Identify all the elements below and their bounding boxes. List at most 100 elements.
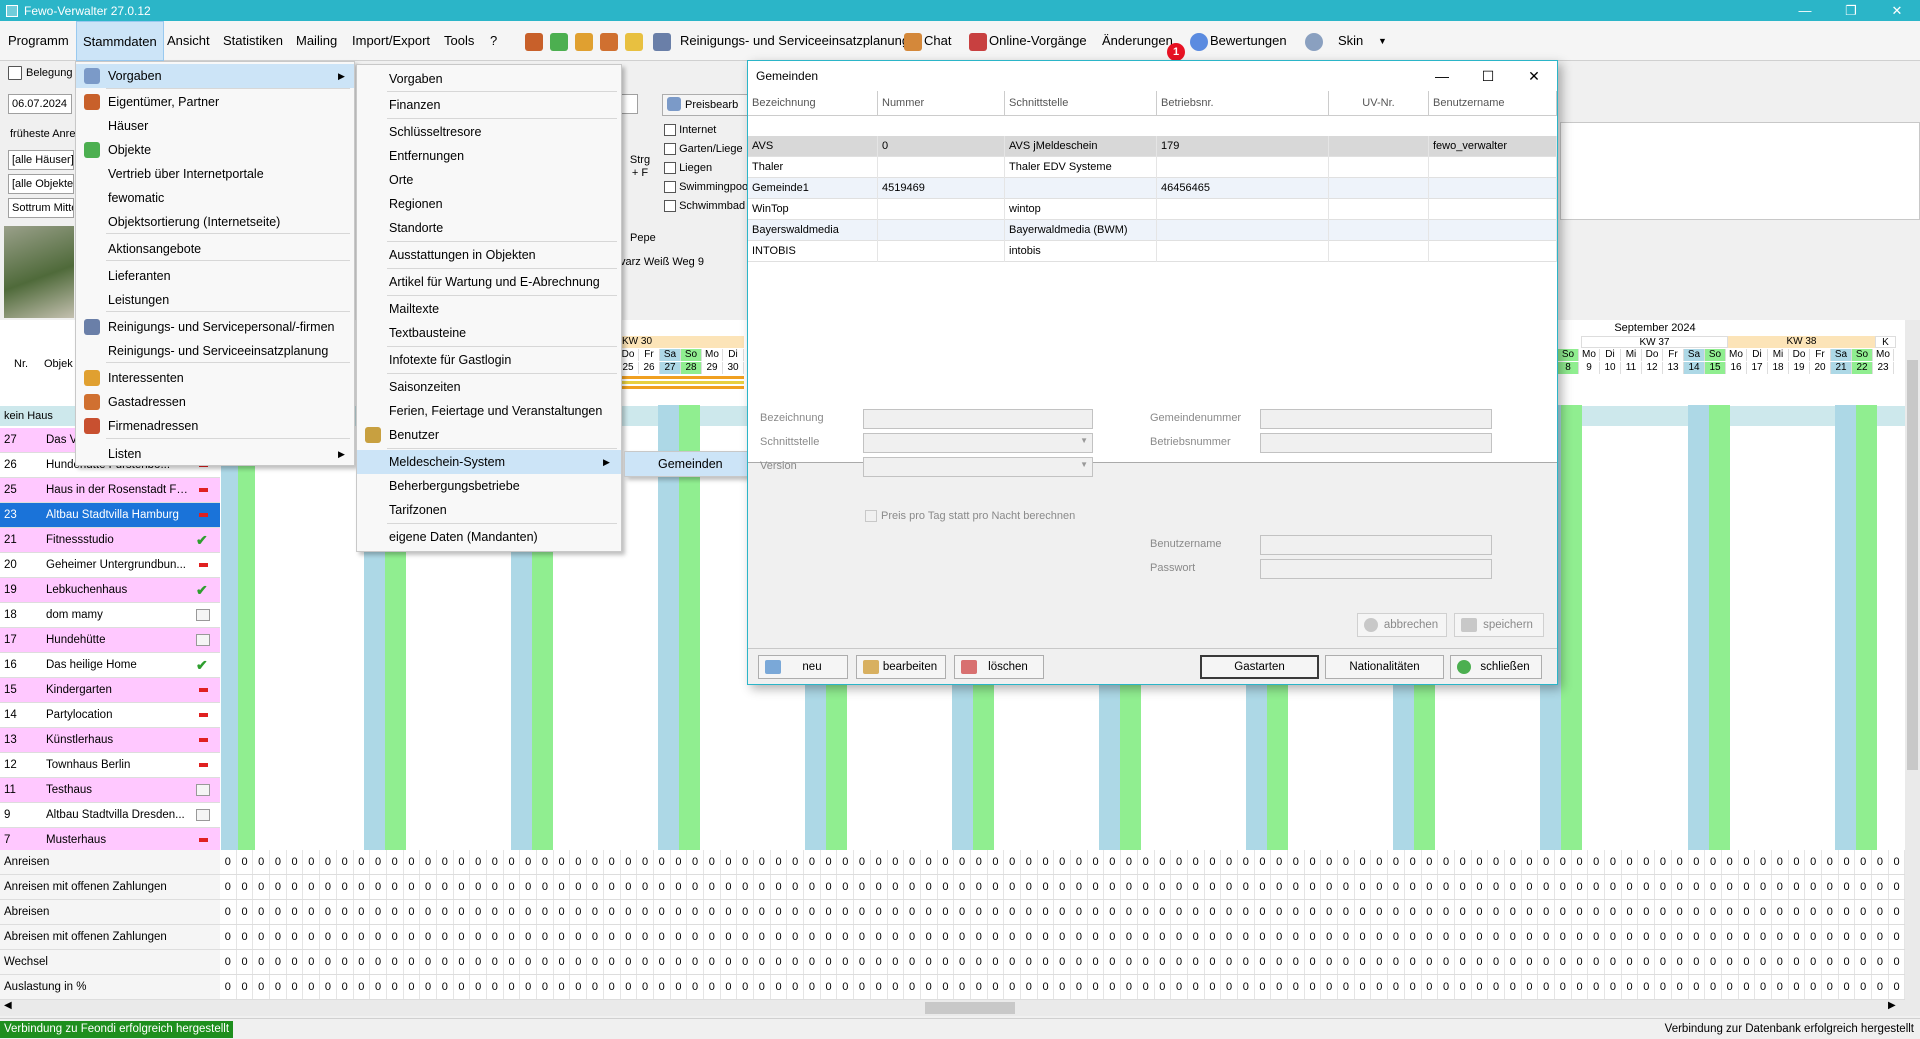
column-header[interactable]: Nummer [878,91,1005,116]
dialog-close-button[interactable]: ✕ [1511,61,1557,91]
vorgaben-menu-item[interactable]: Schlüsseltresore [357,120,621,144]
table-row[interactable]: 21 Fitnessstudio ✔ [0,528,220,553]
table-row[interactable]: 25 Haus in der Rosenstadt Fo... [0,478,220,503]
stammdaten-menu-item[interactable]: Leistungen [76,288,354,312]
preisbearb-button[interactable]: Preisbearb [662,94,750,116]
dialog-maximize-button[interactable]: ☐ [1465,61,1511,91]
stammdaten-menu-item[interactable]: Reinigungs- und Serviceeinsatzplanung [76,339,354,363]
vorgaben-menu-item[interactable]: eigene Daten (Mandanten) [357,525,621,549]
maximize-button[interactable]: ❐ [1828,0,1874,21]
skin-menu[interactable]: Skin [1332,21,1369,61]
gear-icon[interactable] [1305,33,1323,51]
table-row[interactable]: 13 Künstlerhaus [0,728,220,753]
house-icon[interactable] [550,33,568,51]
belegung-tab[interactable]: Belegung [6,64,76,84]
vorgaben-menu-item[interactable]: Artikel für Wartung und E-Abrechnung [357,270,621,294]
bewertungen-button[interactable]: Bewertungen [1204,21,1293,61]
stammdaten-menu-item[interactable]: Reinigungs- und Servicepersonal/-firmen [76,315,354,339]
stammdaten-menu-item[interactable]: Objektsortierung (Internetseite) [76,210,354,234]
notes-icon[interactable] [625,33,643,51]
online-vorgaenge-button[interactable]: Online-Vorgänge [983,21,1093,61]
ort-select[interactable]: Sottrum Mitte [8,198,74,218]
stammdaten-menu-item[interactable]: Vorgaben [76,64,354,88]
benutzername-field[interactable] [1260,535,1492,555]
menu-mailing[interactable]: Mailing [290,21,343,61]
checkbox-garten[interactable]: Garten/Liege [664,143,743,162]
preis-checkbox[interactable] [865,510,877,522]
table-row[interactable]: Thaler Thaler EDV Systeme [748,157,1557,178]
horizontal-scrollbar[interactable]: ◀ ▶ [0,1000,1920,1016]
scroll-left-icon[interactable]: ◀ [4,1000,12,1011]
table-row[interactable]: 9 Altbau Stadtvilla Dresden... [0,803,220,828]
table-row[interactable]: Gemeinde1 4519469 46456465 [748,178,1557,199]
stammdaten-menu-item[interactable]: Eigentümer, Partner [76,90,354,114]
table-row[interactable]: 11 Testhaus [0,778,220,803]
schnittstelle-select[interactable]: ▼ [863,433,1093,453]
table-row[interactable]: INTOBIS intobis [748,241,1557,262]
menu-statistiken[interactable]: Statistiken [217,21,289,61]
gemeindenummer-field[interactable] [1260,409,1492,429]
vorgaben-menu-item[interactable]: Regionen [357,192,621,216]
speichern-button[interactable]: speichern [1454,613,1544,637]
dialog-minimize-button[interactable]: — [1419,61,1465,91]
vorgaben-menu-item[interactable]: Meldeschein-System [357,450,621,474]
stammdaten-menu-item[interactable]: Lieferanten [76,264,354,288]
menu-import-export[interactable]: Import/Export [346,21,436,61]
table-row[interactable]: 23 Altbau Stadtvilla Hamburg [0,503,220,528]
owner-icon[interactable] [525,33,543,51]
vorgaben-menu-item[interactable]: Vorgaben [357,67,621,91]
cleaning-staff-icon[interactable] [653,33,671,51]
vorgaben-menu-item[interactable]: Finanzen [357,93,621,117]
scroll-right-icon[interactable]: ▶ [1888,1000,1896,1011]
stammdaten-menu-item[interactable]: Häuser [76,114,354,138]
passwort-field[interactable] [1260,559,1492,579]
column-header[interactable]: Schnittstelle [1005,91,1157,116]
objekte-select[interactable]: [alle Objekte] [8,174,74,194]
table-row[interactable]: 17 Hundehütte [0,628,220,653]
vorgaben-menu-item[interactable]: Infotexte für Gastlogin [357,348,621,372]
close-button[interactable]: ✕ [1874,0,1920,21]
chat-button[interactable]: Chat [918,21,957,61]
table-row[interactable]: 20 Geheimer Untergrundbun... [0,553,220,578]
person-icon[interactable] [575,33,593,51]
column-header[interactable]: Benutzername [1429,91,1557,116]
table-row[interactable]: 16 Das heilige Home ✔ [0,653,220,678]
table-row[interactable]: 15 Kindergarten [0,678,220,703]
checkbox-liegen[interactable]: Liegen [664,162,712,181]
minimize-button[interactable]: — [1782,0,1828,21]
column-header[interactable]: UV-Nr. [1329,91,1429,116]
checkbox-schwimmbad[interactable]: Schwimmbad [664,200,745,219]
date-field[interactable]: 06.07.2024 [8,94,72,114]
bearbeiten-button[interactable]: bearbeiten [856,655,946,679]
vorgaben-menu-item[interactable]: Beherbergungsbetriebe [357,474,621,498]
schliessen-button[interactable]: schließen [1450,655,1542,679]
haeuser-select[interactable]: [alle Häuser] [8,150,74,170]
table-row[interactable]: 14 Partylocation [0,703,220,728]
stammdaten-menu-item[interactable]: Gastadressen [76,390,354,414]
chevron-down-icon[interactable]: ▼ [1372,21,1393,61]
vorgaben-menu-item[interactable]: Benutzer [357,423,621,447]
stammdaten-menu-item[interactable]: Objekte [76,138,354,162]
menu-stammdaten[interactable]: Stammdaten [76,21,164,61]
menu-ansicht[interactable]: Ansicht [161,21,216,61]
stammdaten-menu-item[interactable]: Listen [76,442,354,466]
betriebsnummer-field[interactable] [1260,433,1492,453]
stammdaten-menu-item[interactable]: fewomatic [76,186,354,210]
vorgaben-menu-item[interactable]: Entfernungen [357,144,621,168]
checkbox-swimmingpool[interactable]: Swimmingpoo [664,181,748,200]
menu-programm[interactable]: Programm [2,21,75,61]
column-header[interactable]: Bezeichnung [748,91,878,116]
version-select[interactable]: ▼ [863,457,1093,477]
vertical-scrollbar[interactable] [1905,320,1920,1000]
menu-tools[interactable]: Tools [438,21,480,61]
bezeichnung-field[interactable] [863,409,1093,429]
table-row[interactable]: 19 Lebkuchenhaus ✔ [0,578,220,603]
gastarten-button[interactable]: Gastarten [1200,655,1319,679]
table-row[interactable]: WinTop wintop [748,199,1557,220]
neu-button[interactable]: neu [758,655,848,679]
reinigung-planung-button[interactable]: Reinigungs- und Serviceeinsatzplanung [674,21,915,61]
column-header[interactable]: Betriebsnr. [1157,91,1329,116]
table-row[interactable]: AVS 0 AVS jMeldeschein 179 fewo_verwalter [748,136,1557,157]
partial-field[interactable] [620,94,638,114]
table-row[interactable]: Bayerswaldmedia Bayerwaldmedia (BWM) [748,220,1557,241]
